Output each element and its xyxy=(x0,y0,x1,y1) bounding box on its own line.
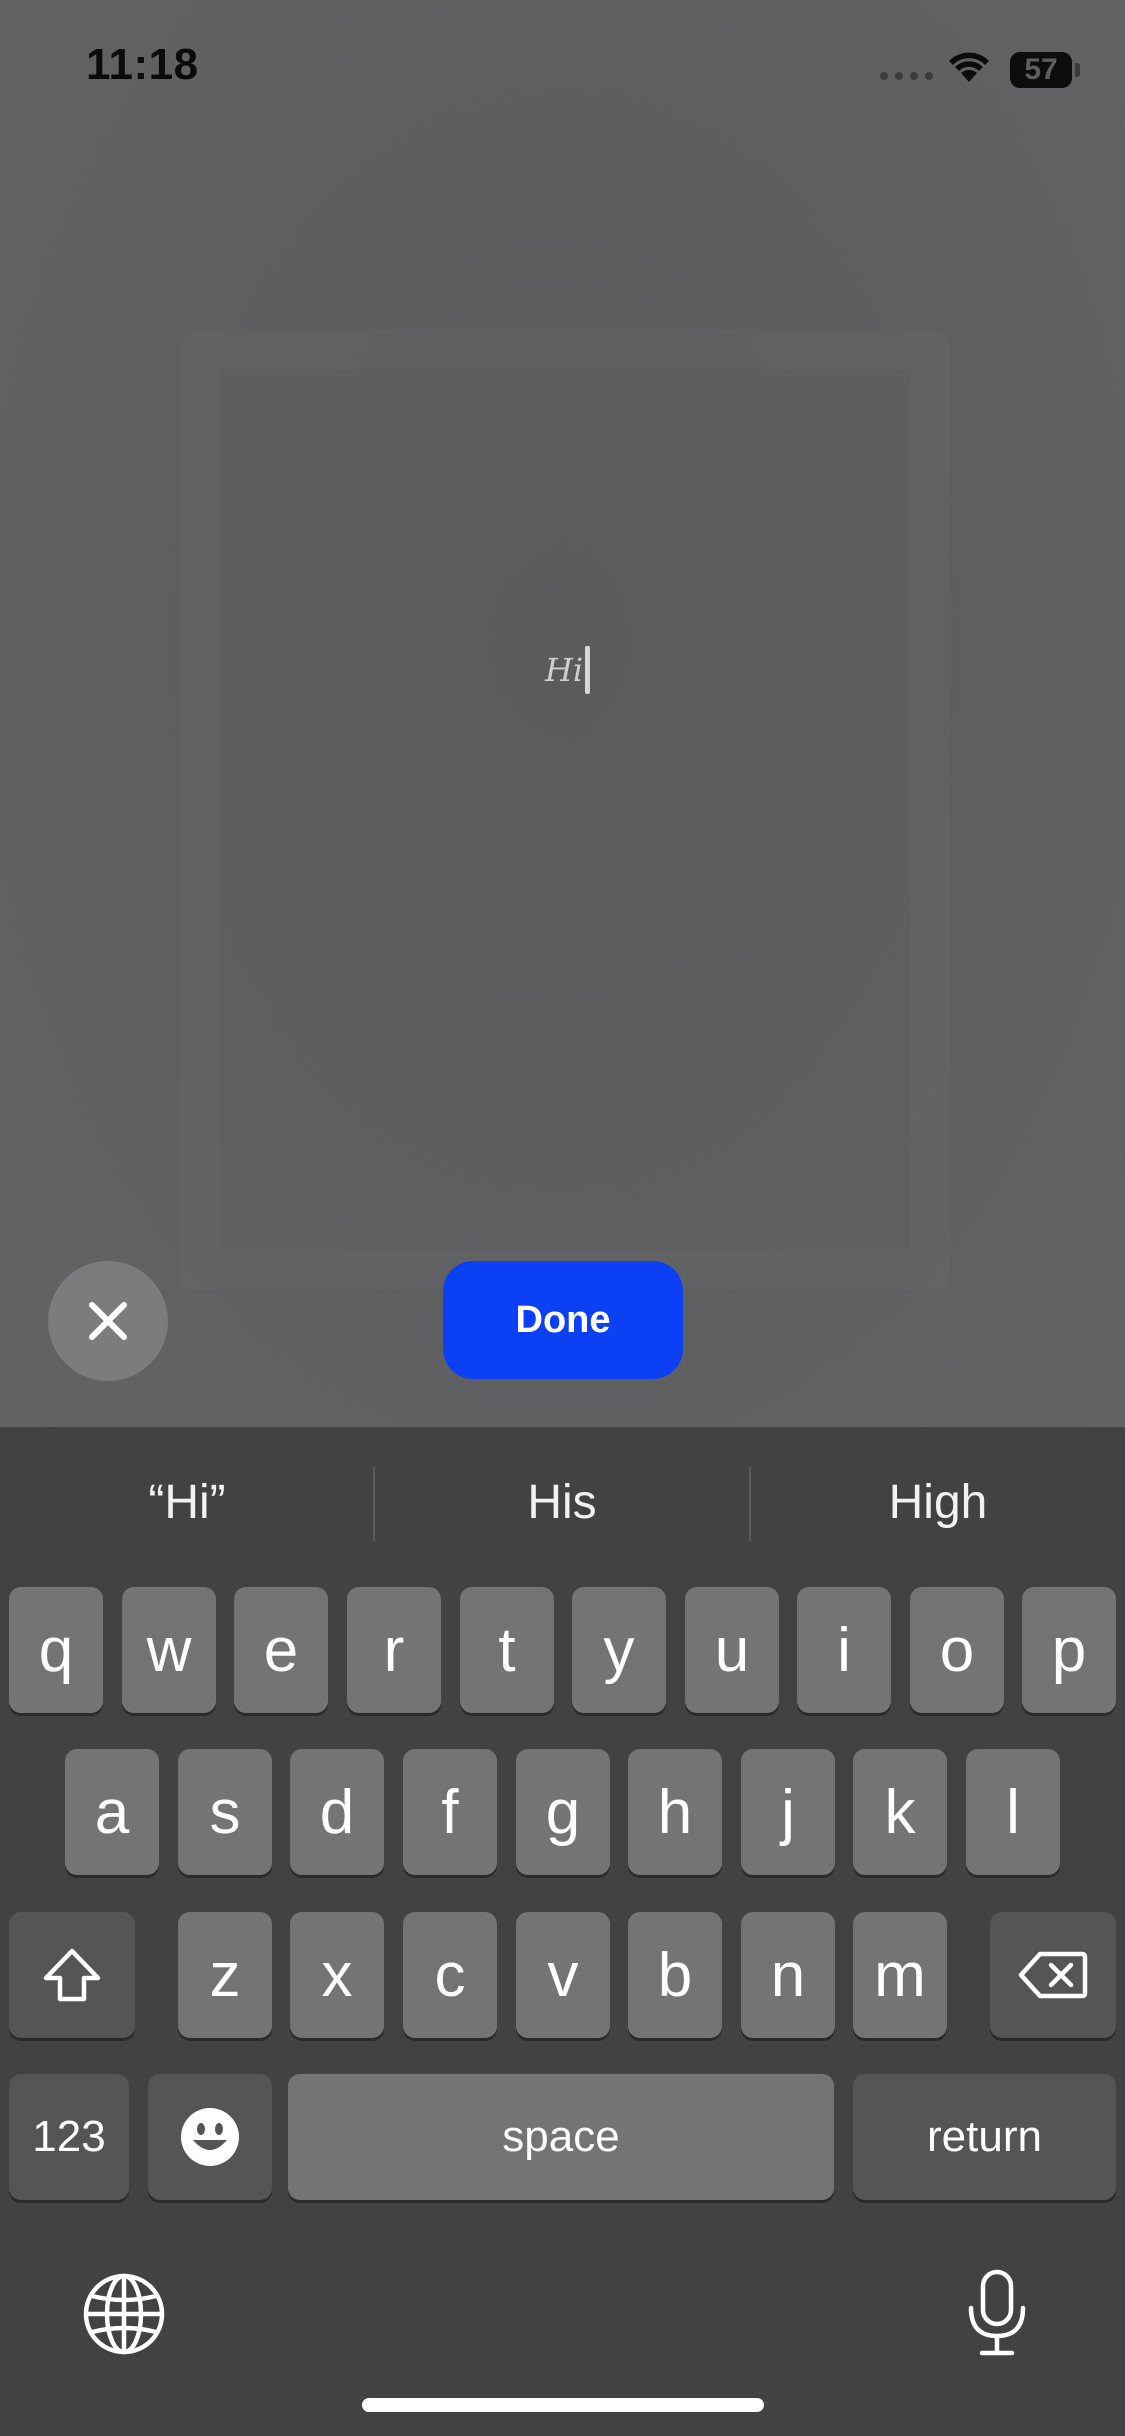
backspace-key[interactable] xyxy=(990,1912,1116,2038)
key-i[interactable]: i xyxy=(797,1587,891,1713)
key-t[interactable]: t xyxy=(460,1587,554,1713)
microphone-icon[interactable] xyxy=(966,2268,1028,2363)
key-e[interactable]: e xyxy=(234,1587,328,1713)
home-indicator xyxy=(362,2398,764,2412)
key-d[interactable]: d xyxy=(290,1749,384,1875)
shift-icon xyxy=(43,1948,101,2002)
key-h[interactable]: h xyxy=(628,1749,722,1875)
key-a[interactable]: a xyxy=(65,1749,159,1875)
key-g[interactable]: g xyxy=(516,1749,610,1875)
status-time: 11:18 xyxy=(86,40,199,89)
key-f[interactable]: f xyxy=(403,1749,497,1875)
close-icon xyxy=(89,1302,127,1340)
key-o[interactable]: o xyxy=(910,1587,1004,1713)
suggestion-1[interactable]: “Hi” xyxy=(0,1427,374,1577)
globe-icon[interactable] xyxy=(82,2272,166,2361)
key-z[interactable]: z xyxy=(178,1912,272,2038)
text-caret xyxy=(585,646,591,694)
key-n[interactable]: n xyxy=(741,1912,835,2038)
space-key[interactable]: space xyxy=(288,2074,834,2200)
backspace-icon xyxy=(1018,1951,1088,1999)
return-key[interactable]: return xyxy=(853,2074,1116,2200)
key-b[interactable]: b xyxy=(628,1912,722,2038)
key-x[interactable]: x xyxy=(290,1912,384,2038)
key-y[interactable]: y xyxy=(572,1587,666,1713)
numbers-key[interactable]: 123 xyxy=(9,2074,129,2200)
key-v[interactable]: v xyxy=(516,1912,610,2038)
emoji-key[interactable] xyxy=(148,2074,272,2200)
battery-level: 57 xyxy=(1024,53,1058,86)
key-q[interactable]: q xyxy=(9,1587,103,1713)
text-editor-canvas[interactable] xyxy=(0,0,1125,1427)
battery-icon: 57 xyxy=(1010,52,1072,88)
suggestion-bar: “Hi” His High xyxy=(0,1427,1125,1577)
typed-text: Hi xyxy=(545,651,584,689)
battery-tip xyxy=(1075,63,1080,77)
text-input-area[interactable]: Hi xyxy=(545,640,591,700)
key-p[interactable]: p xyxy=(1022,1587,1116,1713)
key-u[interactable]: u xyxy=(685,1587,779,1713)
key-j[interactable]: j xyxy=(741,1749,835,1875)
keyboard: “Hi” His High q w e r t y u i o p a s d … xyxy=(0,1427,1125,2436)
suggestion-2[interactable]: His xyxy=(375,1427,749,1577)
key-w[interactable]: w xyxy=(122,1587,216,1713)
wifi-icon xyxy=(946,48,992,89)
key-m[interactable]: m xyxy=(853,1912,947,2038)
emoji-icon xyxy=(181,2108,239,2166)
key-l[interactable]: l xyxy=(966,1749,1060,1875)
close-button[interactable] xyxy=(48,1261,168,1381)
shift-key[interactable] xyxy=(9,1912,135,2038)
background-frame xyxy=(180,330,950,1290)
suggestion-3[interactable]: High xyxy=(751,1427,1125,1577)
signal-dots-icon xyxy=(880,72,933,80)
key-r[interactable]: r xyxy=(347,1587,441,1713)
key-c[interactable]: c xyxy=(403,1912,497,2038)
key-s[interactable]: s xyxy=(178,1749,272,1875)
done-button[interactable]: Done xyxy=(443,1261,683,1379)
key-k[interactable]: k xyxy=(853,1749,947,1875)
